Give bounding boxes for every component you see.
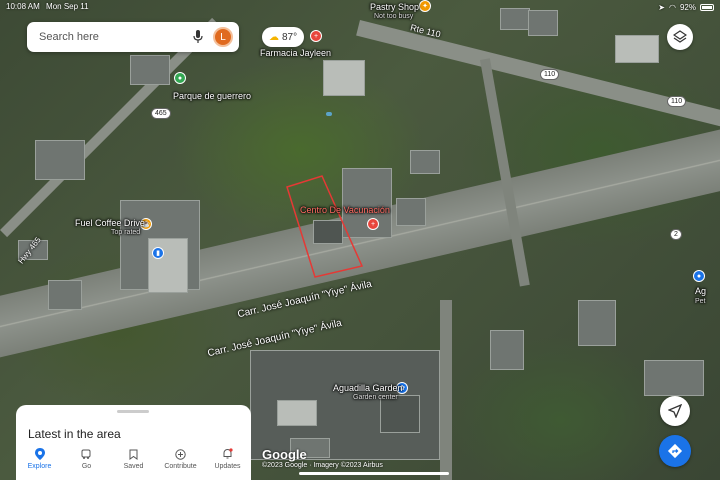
map-pin-icon	[34, 448, 45, 460]
search-bar[interactable]: L	[27, 22, 239, 52]
tab-label: Saved	[123, 462, 144, 470]
navigation-arrow-icon	[668, 404, 682, 418]
avatar[interactable]: L	[213, 27, 233, 47]
sun-cloud-icon: ☁	[269, 31, 279, 43]
gas-station-pin-icon[interactable]: ▮	[152, 247, 164, 259]
map-attribution: Google ©2023 Google · Imagery ©2023 Airb…	[262, 447, 383, 469]
route-shield: 2	[670, 229, 682, 240]
tab-go[interactable]: Go	[63, 441, 110, 477]
google-logo: Google	[262, 447, 307, 462]
search-input[interactable]	[39, 31, 193, 43]
poi-sublabel-aguadilla-garden: Garden center	[353, 394, 398, 401]
tab-updates[interactable]: Updates	[204, 441, 251, 477]
directions-icon	[667, 443, 683, 459]
route-shield: 110	[540, 69, 560, 80]
home-indicator[interactable]	[299, 472, 449, 475]
pet-store-pin-icon[interactable]: ●	[693, 270, 705, 282]
poi-sublabel-ag: Pet	[695, 298, 706, 305]
tab-saved[interactable]: Saved	[110, 441, 157, 477]
bottom-sheet[interactable]: Latest in the area Explore Go Saved Cont…	[16, 405, 251, 480]
plus-circle-icon	[175, 448, 186, 460]
route-shield: 110	[667, 96, 687, 107]
tab-label: Updates	[214, 463, 241, 470]
bookmark-icon	[129, 449, 138, 460]
sheet-grab-handle[interactable]	[117, 410, 149, 413]
weather-temperature: 87°	[282, 31, 298, 43]
weather-chip[interactable]: ☁ 87°	[262, 27, 305, 47]
tab-label: Go	[81, 462, 92, 470]
tab-explore[interactable]: Explore	[16, 441, 63, 477]
tab-contribute[interactable]: Contribute	[157, 441, 204, 477]
battery-icon	[700, 3, 714, 11]
status-date: Mon Sep 11	[46, 2, 89, 11]
directions-button[interactable]	[659, 435, 691, 467]
poi-label-farmacia-jayleen[interactable]: Farmacia Jayleen	[260, 48, 331, 58]
pharmacy-pin-icon[interactable]: +	[310, 30, 322, 42]
status-battery: 92%	[679, 2, 696, 12]
medical-pin-icon[interactable]: +	[367, 218, 379, 230]
my-location-button[interactable]	[660, 396, 690, 426]
poi-label-ag[interactable]: Ag	[695, 286, 706, 296]
imagery-copyright[interactable]: ©2023 Google · Imagery ©2023 Airbus	[262, 462, 383, 469]
wifi-icon: ◠	[669, 2, 676, 12]
poi-label-fuel-coffee-drive[interactable]: Fuel Coffee Drive	[75, 218, 145, 228]
sheet-title: Latest in the area	[28, 427, 121, 441]
status-time: 10:08 AM	[6, 2, 40, 11]
location-arrow-icon: ➤	[658, 2, 665, 12]
poi-sublabel-pastry-shop: Not too busy	[374, 13, 414, 20]
poi-label-centro-de-vacunacion[interactable]: Centro De Vacunación	[300, 205, 390, 215]
layers-button[interactable]	[667, 24, 693, 50]
tab-label: Explore	[27, 463, 52, 470]
tab-label: Contribute	[164, 462, 197, 470]
poi-sublabel-fuel-coffee-drive: Top rated	[111, 229, 141, 236]
status-bar: 10:08 AM Mon Sep 11 ➤ ◠ 92%	[0, 0, 720, 14]
microphone-icon[interactable]	[193, 30, 203, 44]
route-shield: 465	[151, 108, 171, 119]
bell-icon	[223, 448, 233, 459]
park-pin-icon[interactable]: ●	[174, 72, 186, 84]
poi-label-aguadilla-garden[interactable]: Aguadilla Garden	[333, 383, 403, 393]
bottom-tab-bar: Explore Go Saved Contribute Updates	[16, 441, 251, 477]
commute-icon	[81, 449, 90, 459]
poi-label-parque-de-guerrero[interactable]: Parque de guerrero	[173, 91, 251, 101]
layers-icon	[673, 30, 687, 43]
